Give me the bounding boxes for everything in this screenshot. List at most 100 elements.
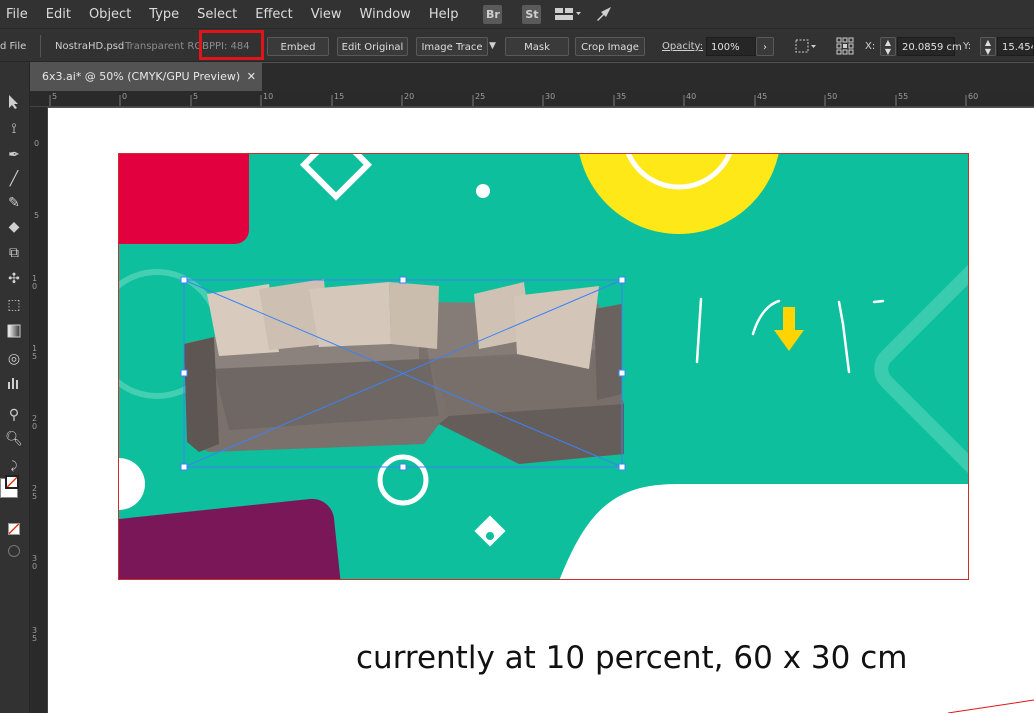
draw-mode-icon[interactable] [8,545,20,557]
ruler-label: 60 [968,92,979,101]
white-diamond [474,515,506,547]
ruler-label: 55 [898,92,909,101]
control-bar: d File NostraHD.psd Transparent RGB PPI:… [0,28,1034,62]
ruler-label: 45 [757,92,768,101]
ruler-ticks [49,95,967,106]
y-stepper-icon[interactable]: ▲ ▼ [980,37,996,56]
ruler-label: 20 [404,92,415,101]
menu-file[interactable]: File [0,7,37,22]
paintbrush-tool-icon[interactable]: ✎ [4,194,24,212]
menu-help[interactable]: Help [420,7,468,22]
white-dot [476,184,490,198]
white-half-circle [119,458,145,510]
none-swatch-icon[interactable] [8,523,20,535]
graph-tool-icon[interactable] [4,376,24,394]
banner-artwork[interactable]: f [118,153,969,580]
mask-button[interactable]: Mask [505,37,569,56]
gpu-performance-icon[interactable] [595,6,615,22]
y-position-input[interactable]: 15.4548 [997,37,1034,56]
white-stroke [751,299,781,336]
filename-link[interactable]: NostraHD.psd [55,37,124,56]
menu-edit[interactable]: Edit [37,7,80,22]
y-label: Y: [963,41,972,52]
vertical-ruler[interactable]: 0 5 10 15 20 25 30 35 [30,107,48,713]
ruler-label: 15 [334,92,345,101]
document-tab-bar: 6x3.ai* @ 50% (CMYK/GPU Preview) ✕ [30,63,1034,91]
red-shape [119,154,249,244]
white-stroke [837,300,851,374]
eyedropper-tool-icon[interactable]: ⚲ [4,406,24,424]
menu-effect[interactable]: Effect [246,7,301,22]
menu-window[interactable]: Window [351,7,420,22]
puppet-warp-tool-icon[interactable]: ✣ [4,270,24,288]
gradient-tool-icon[interactable] [4,324,24,342]
x-position-input[interactable]: 20.0859 cm [897,37,962,56]
document-tab-title: 6x3.ai* @ 50% (CMYK/GPU Preview) [42,70,241,83]
x-label: X: [865,41,876,52]
white-stroke [695,297,703,364]
ruler-label: 30 [545,92,556,101]
menu-type[interactable]: Type [140,7,188,22]
ruler-label: 10 [32,274,38,291]
pen-tool-icon[interactable]: ✒ [4,146,24,164]
color-mode-label: Transparent RGB [125,41,209,52]
transform-bounds-icon[interactable] [795,38,817,57]
ruler-label: 5 [193,92,199,101]
bridge-icon[interactable]: Br [483,4,503,24]
horizontal-ruler[interactable]: 5 0 5 10 15 20 25 30 35 40 45 50 55 60 [30,91,1034,107]
divider [40,35,41,57]
crop-image-button[interactable]: Crop Image [575,37,645,56]
zoom-tool-icon[interactable]: 🔍︎ [4,430,24,448]
image-trace-button[interactable]: Image Trace [416,37,488,56]
sofa-image [184,279,624,464]
blend-tool-icon[interactable]: ◎ [4,350,24,368]
opacity-arrow-icon[interactable]: › [756,37,774,56]
eraser-tool-icon[interactable]: ◆ [4,218,24,236]
yellow-down-arrow [774,307,804,351]
ruler-label: 10 [263,92,274,101]
ruler-label: 25 [475,92,486,101]
opacity-label[interactable]: Opacity: [662,37,703,56]
x-stepper-icon[interactable]: ▲ ▼ [880,37,896,56]
faint-diamond [874,249,968,489]
menu-select[interactable]: Select [188,7,246,22]
ruler-label: 35 [32,626,38,643]
ruler-label: 20 [32,414,38,431]
document-tab[interactable]: 6x3.ai* @ 50% (CMYK/GPU Preview) ✕ [30,63,262,91]
lasso-tool-icon[interactable]: ⟟ [4,120,24,138]
stroke-swatch[interactable] [5,475,19,489]
white-wave [559,484,968,579]
shape-builder-tool-icon[interactable]: ⬚ [4,296,24,314]
scale-tool-icon[interactable]: ⧉ [4,244,24,262]
workspace-layout-icon[interactable] [555,7,582,21]
tools-panel: ⟟ ✒ ╱ ✎ ◆ ⧉ ✣ ⬚ ◎ ⚲ 🔍︎ ⤸ [0,62,30,713]
diamond-outline [299,154,373,201]
reference-point-icon[interactable] [836,37,854,56]
opacity-input[interactable]: 100% [706,37,756,56]
swap-colors-icon[interactable]: ⤸ [4,457,24,475]
ruler-label: 40 [686,92,697,101]
ruler-label: 0 [34,139,40,148]
stock-icon[interactable]: St [522,4,542,24]
ruler-label: 5 [52,92,58,101]
line-tool-icon[interactable]: ╱ [4,170,24,188]
white-ring [377,454,429,506]
white-diamond-center [486,532,494,540]
edit-original-button[interactable]: Edit Original [337,37,408,56]
embed-button[interactable]: Embed [267,37,329,56]
ruler-label: 15 [32,344,38,361]
white-stroke [872,299,885,304]
ppi-highlight [199,30,264,60]
ruler-label: 25 [32,484,38,501]
purple-shape [119,498,345,579]
selection-tool-icon[interactable] [4,94,24,112]
image-trace-dropdown-icon[interactable]: ▼ [489,37,496,56]
close-tab-icon[interactable]: ✕ [247,63,256,91]
menu-view[interactable]: View [302,7,351,22]
ruler-label: 35 [616,92,627,101]
ruler-label: 30 [32,554,38,571]
linked-file-label[interactable]: d File [0,37,26,56]
ruler-label: 5 [34,211,40,220]
ruler-label: 0 [122,92,128,101]
menu-object[interactable]: Object [80,7,140,22]
